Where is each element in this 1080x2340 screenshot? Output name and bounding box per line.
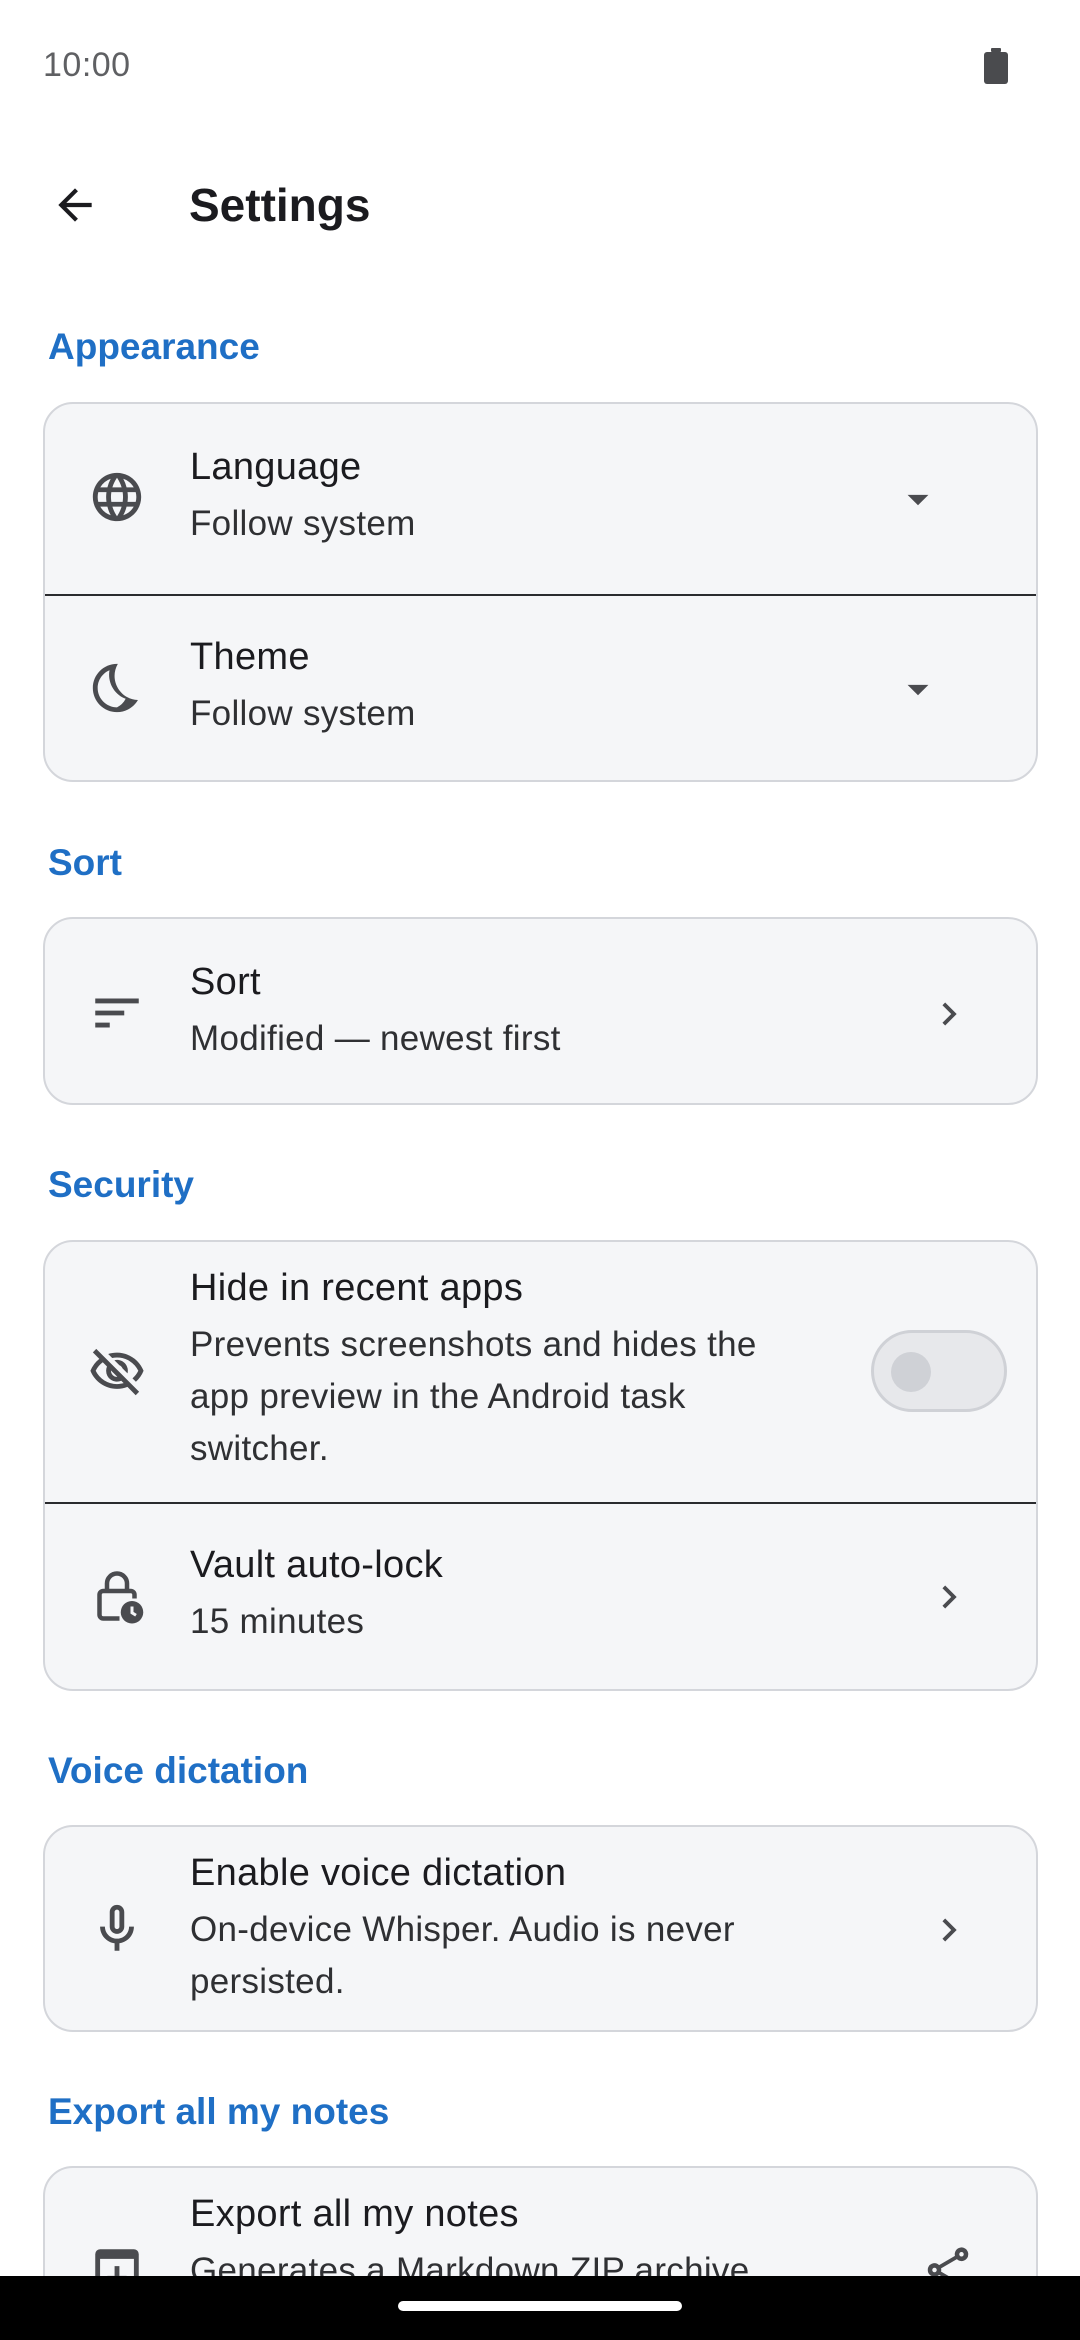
section-title-voice-dictation: Voice dictation <box>48 1750 309 1791</box>
section-title-export: Export all my notes <box>48 2091 390 2132</box>
page-title: Settings <box>189 179 371 231</box>
security-card: Hide in recent apps Prevents screenshots… <box>43 1240 1038 1691</box>
section-title-appearance: Appearance <box>48 326 260 367</box>
moon-icon <box>87 658 147 718</box>
sort-value: Modified — newest first <box>190 1019 561 1058</box>
enable-voice-dictation-description: On-device Whisper. Audio is never persis… <box>190 1910 735 2001</box>
chevron-right-icon <box>924 1572 974 1622</box>
hide-recent-toggle[interactable] <box>871 1330 1007 1412</box>
home-gesture-handle[interactable] <box>398 2301 682 2311</box>
sort-icon <box>87 983 147 1043</box>
export-all-notes-title: Export all my notes <box>190 2193 519 2235</box>
battery-icon <box>984 48 1008 84</box>
sort-title: Sort <box>190 961 261 1003</box>
hide-recent-row[interactable]: Hide in recent apps Prevents screenshots… <box>45 1242 1036 1502</box>
status-time: 10:00 <box>43 46 131 84</box>
section-title-sort: Sort <box>48 842 122 883</box>
enable-voice-dictation-row[interactable]: Enable voice dictation On-device Whisper… <box>45 1827 1036 2030</box>
language-row[interactable]: Language Follow system <box>45 404 1036 594</box>
language-title: Language <box>190 446 362 488</box>
hide-recent-title: Hide in recent apps <box>190 1267 524 1309</box>
top-app-bar: Settings <box>0 150 1080 260</box>
mic-icon <box>87 1899 147 1959</box>
vault-auto-lock-title: Vault auto-lock <box>190 1544 444 1586</box>
status-bar: 10:00 <box>0 0 1080 130</box>
theme-title: Theme <box>190 636 310 678</box>
vault-auto-lock-value: 15 minutes <box>190 1602 365 1641</box>
sort-card: Sort Modified — newest first <box>43 917 1038 1105</box>
theme-value: Follow system <box>190 694 416 733</box>
theme-row[interactable]: Theme Follow system <box>45 594 1036 780</box>
navigation-bar <box>0 2276 1080 2340</box>
vault-auto-lock-row[interactable]: Vault auto-lock 15 minutes <box>45 1502 1036 1689</box>
settings-screen: 10:00 Settings Appearance Language Follo… <box>0 0 1080 2340</box>
hide-recent-description: Prevents screenshots and hides the app p… <box>190 1325 757 1468</box>
arrow-back-icon <box>58 188 92 222</box>
dropdown-arrow-icon[interactable] <box>893 664 943 714</box>
voice-card: Enable voice dictation On-device Whisper… <box>43 1825 1038 2032</box>
enable-voice-dictation-title: Enable voice dictation <box>190 1852 567 1894</box>
back-button[interactable] <box>40 170 110 240</box>
appearance-card: Language Follow system Theme Follow syst… <box>43 402 1038 782</box>
globe-icon <box>87 467 147 527</box>
section-title-security: Security <box>48 1164 195 1205</box>
eye-off-icon <box>87 1342 147 1402</box>
dropdown-arrow-icon[interactable] <box>893 474 943 524</box>
lock-clock-icon <box>87 1566 147 1626</box>
language-value: Follow system <box>190 504 416 543</box>
toggle-knob <box>891 1352 931 1392</box>
sort-row[interactable]: Sort Modified — newest first <box>45 919 1036 1103</box>
chevron-right-icon <box>924 989 974 1039</box>
chevron-right-icon <box>924 1905 974 1955</box>
